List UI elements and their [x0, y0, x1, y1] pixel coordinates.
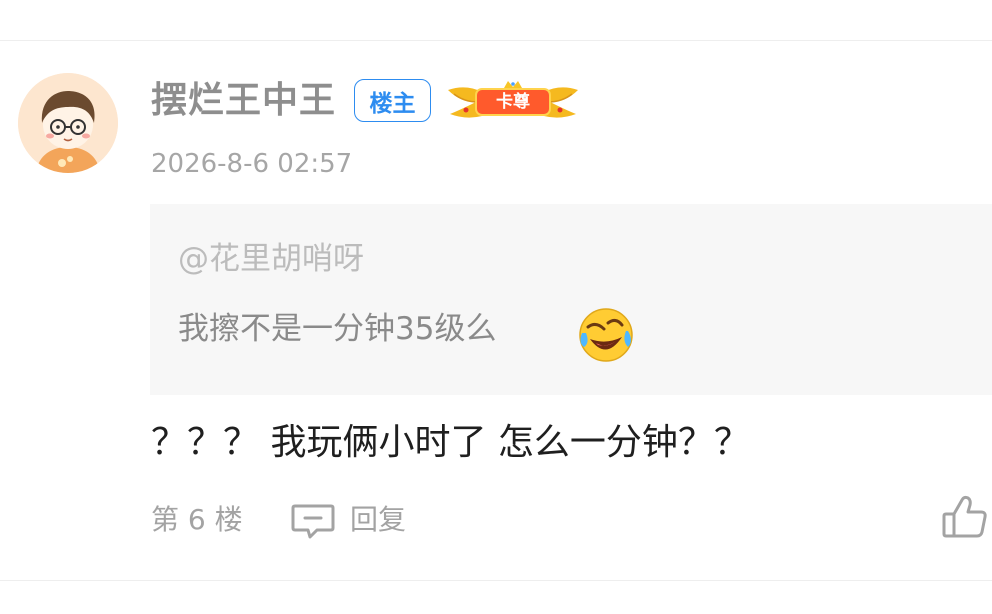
comment-text: ？？？ 我玩俩小时了 怎么一分钟？？ — [151, 422, 750, 463]
rank-badge-label: 卡尊 — [496, 92, 530, 112]
reply-button[interactable]: 回复 — [350, 501, 406, 539]
top-divider — [0, 40, 992, 41]
rank-badge: 卡尊 — [446, 80, 580, 124]
post-timestamp: 2026-8-6 02:57 — [151, 149, 353, 179]
username[interactable]: 摆烂王中王 — [151, 78, 336, 124]
bottom-divider — [0, 580, 992, 581]
quoted-username[interactable]: @花里胡哨呀 — [178, 237, 364, 281]
laughing-crying-emoji-icon — [578, 307, 634, 363]
quoted-text: 我擦不是一分钟35级么 — [178, 311, 497, 347]
floor-number: 第 6 楼 — [151, 503, 243, 536]
user-avatar[interactable] — [18, 73, 118, 173]
op-badge: 楼主 — [354, 79, 431, 122]
quoted-reply[interactable]: @花里胡哨呀 我擦不是一分钟35级么 — [150, 204, 992, 395]
thumbs-up-icon[interactable] — [942, 494, 988, 540]
comment-bubble-icon[interactable] — [291, 503, 335, 539]
